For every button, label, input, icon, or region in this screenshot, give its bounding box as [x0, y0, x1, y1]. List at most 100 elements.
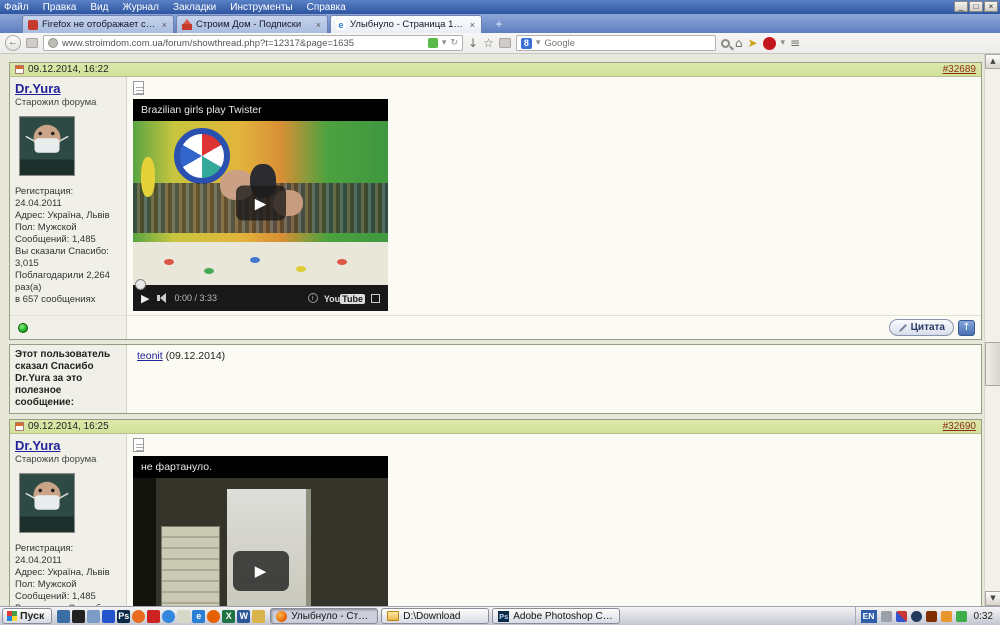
opera-icon[interactable]	[132, 609, 146, 623]
close-button[interactable]: ×	[984, 1, 998, 12]
tray-update-icon[interactable]	[925, 610, 937, 622]
post1-user-column: Dr.Yura Старожил форума Регистрация: 24.…	[10, 77, 127, 315]
post1-username-link[interactable]: Dr.Yura	[15, 81, 61, 96]
tab-stroimdom-subscriptions[interactable]: Строим Дом - Подписки ×	[176, 15, 328, 33]
tray-volume-icon[interactable]	[880, 610, 892, 622]
menu-edit[interactable]: Правка	[43, 2, 77, 13]
home-icon[interactable]: ⌂	[735, 36, 743, 50]
post2-username-link[interactable]: Dr.Yura	[15, 438, 61, 453]
scroll-down-icon[interactable]: ▼	[985, 591, 1000, 606]
menu-tools[interactable]: Инструменты	[230, 2, 292, 13]
messenger-icon[interactable]	[87, 609, 101, 623]
post1-avatar[interactable]	[19, 116, 75, 176]
tab-firefox-error[interactable]: Firefox не отображает соде... ×	[22, 15, 174, 33]
tab2-favicon	[182, 18, 192, 30]
post2-video-player[interactable]: не фартануло. ▶ OMBO VINE DETS.RU	[133, 456, 388, 606]
key-icon[interactable]	[252, 609, 266, 623]
task-firefox[interactable]: Улыбнуло - Страниц...	[270, 608, 379, 624]
panel-icon[interactable]	[26, 38, 38, 48]
menu-file[interactable]: Файл	[4, 2, 29, 13]
post-default-icon	[133, 438, 144, 452]
pencil-icon	[898, 323, 907, 332]
photoshop-icon[interactable]: Ps	[117, 609, 131, 623]
tray-folder-icon[interactable]	[940, 610, 952, 622]
tab-bar: Firefox не отображает соде... × Строим Д…	[0, 14, 1000, 33]
language-indicator[interactable]: EN	[860, 609, 877, 623]
go-top-button[interactable]: ↑	[958, 319, 975, 336]
quote-button[interactable]: Цитата	[888, 319, 954, 336]
task-download-folder[interactable]: D:\Download	[381, 608, 490, 624]
fullscreen-icon[interactable]	[371, 293, 380, 303]
search-bar[interactable]: 8 ▾	[515, 35, 716, 51]
tray-switcher-icon[interactable]	[895, 610, 907, 622]
scrollbar-thumb[interactable]	[985, 342, 1000, 386]
new-tab-button[interactable]: +	[486, 17, 512, 33]
hamburger-menu-icon[interactable]: ≡	[790, 36, 800, 50]
info-icon[interactable]: i	[307, 293, 318, 303]
quick-launch: Ps e X W	[57, 609, 266, 623]
bookmark-star-icon[interactable]: ☆	[483, 36, 494, 50]
tray-app-icon[interactable]	[910, 610, 922, 622]
url-bar[interactable]: www.stroimdom.com.ua/forum/showthread.ph…	[43, 35, 463, 51]
scroll-up-icon[interactable]: ▲	[985, 54, 1000, 69]
post1-video-player[interactable]: Brazilian girls play Twister ▶ ▶ 0:00 / …	[133, 99, 388, 311]
menu-view[interactable]: Вид	[90, 2, 108, 13]
reload-icon[interactable]: ↻	[450, 38, 458, 48]
post2-video-title[interactable]: не фартануло.	[133, 456, 388, 478]
adblock-dropdown-icon[interactable]: ▾	[781, 38, 786, 48]
player-play-icon[interactable]: ▶	[141, 292, 149, 305]
play-button[interactable]: ▶	[232, 551, 289, 591]
search-engine-dropdown-icon[interactable]: ▾	[536, 38, 541, 48]
downloads-icon[interactable]: ↓	[468, 36, 478, 50]
chevron-down-icon[interactable]: ▾	[442, 38, 447, 48]
post2-message-column: не фартануло. ▶ OMBO VINE DETS.RU	[127, 434, 981, 606]
word-icon[interactable]: W	[237, 609, 251, 623]
monitor-icon[interactable]	[72, 609, 86, 623]
bookmarks-menu-icon[interactable]	[498, 38, 511, 48]
search-icon[interactable]	[720, 38, 730, 48]
mail-icon[interactable]	[177, 609, 191, 623]
firefox-icon[interactable]	[207, 609, 221, 623]
photoshop-task-icon: Ps	[498, 610, 510, 622]
start-button[interactable]: Пуск	[2, 608, 53, 624]
post2-number-link[interactable]: #32690	[943, 421, 976, 432]
tab2-close-icon[interactable]: ×	[315, 20, 322, 30]
menu-bookmarks[interactable]: Закладки	[173, 2, 216, 13]
minimize-button[interactable]: _	[954, 1, 968, 12]
tray-antivirus-icon[interactable]	[955, 610, 967, 622]
firefox-task-icon	[276, 610, 288, 622]
vertical-scrollbar[interactable]: ▲ ▼	[984, 54, 1000, 606]
tab1-close-icon[interactable]: ×	[161, 20, 168, 30]
post1-number-link[interactable]: #32689	[943, 64, 976, 75]
calendar-icon	[15, 65, 24, 74]
thanks-date: (09.12.2014)	[165, 350, 226, 362]
site-identity-icon[interactable]	[48, 38, 58, 48]
thanks-user-link[interactable]: teonit	[137, 350, 163, 362]
menu-help[interactable]: Справка	[307, 2, 346, 13]
seek-handle[interactable]	[135, 279, 146, 290]
restore-button[interactable]: □	[969, 1, 983, 12]
post2-avatar[interactable]	[19, 473, 75, 533]
internet-explorer-icon[interactable]: e	[192, 609, 206, 623]
youtube-logo[interactable]: You	[324, 294, 340, 304]
task-photoshop[interactable]: Ps Adobe Photoshop CS5 E...	[492, 608, 621, 624]
back-icon[interactable]: ←	[5, 35, 21, 51]
post1-video-title[interactable]: Brazilian girls play Twister	[133, 99, 388, 121]
extension-puzzle-icon[interactable]	[427, 38, 438, 48]
show-desktop-icon[interactable]	[57, 609, 71, 623]
adblock-icon[interactable]	[762, 36, 776, 50]
save-icon[interactable]	[102, 609, 116, 623]
tab-ulybnulo-active[interactable]: e Улыбнуло - Страница 1635 ... ×	[330, 15, 482, 33]
menu-history[interactable]: Журнал	[122, 2, 159, 13]
pointer-addon-icon[interactable]: ➤	[747, 36, 757, 50]
url-text[interactable]: www.stroimdom.com.ua/forum/showthread.ph…	[62, 38, 424, 49]
play-button[interactable]: ▶	[235, 185, 286, 221]
google-engine-icon[interactable]: 8	[520, 37, 532, 49]
skype-icon[interactable]	[162, 609, 176, 623]
tab3-close-icon[interactable]: ×	[469, 20, 476, 30]
excel-icon[interactable]: X	[222, 609, 236, 623]
tab1-title: Firefox не отображает соде...	[42, 19, 157, 30]
volume-icon[interactable]	[157, 293, 167, 303]
search-input[interactable]	[544, 37, 711, 49]
app-red-icon[interactable]	[147, 609, 161, 623]
